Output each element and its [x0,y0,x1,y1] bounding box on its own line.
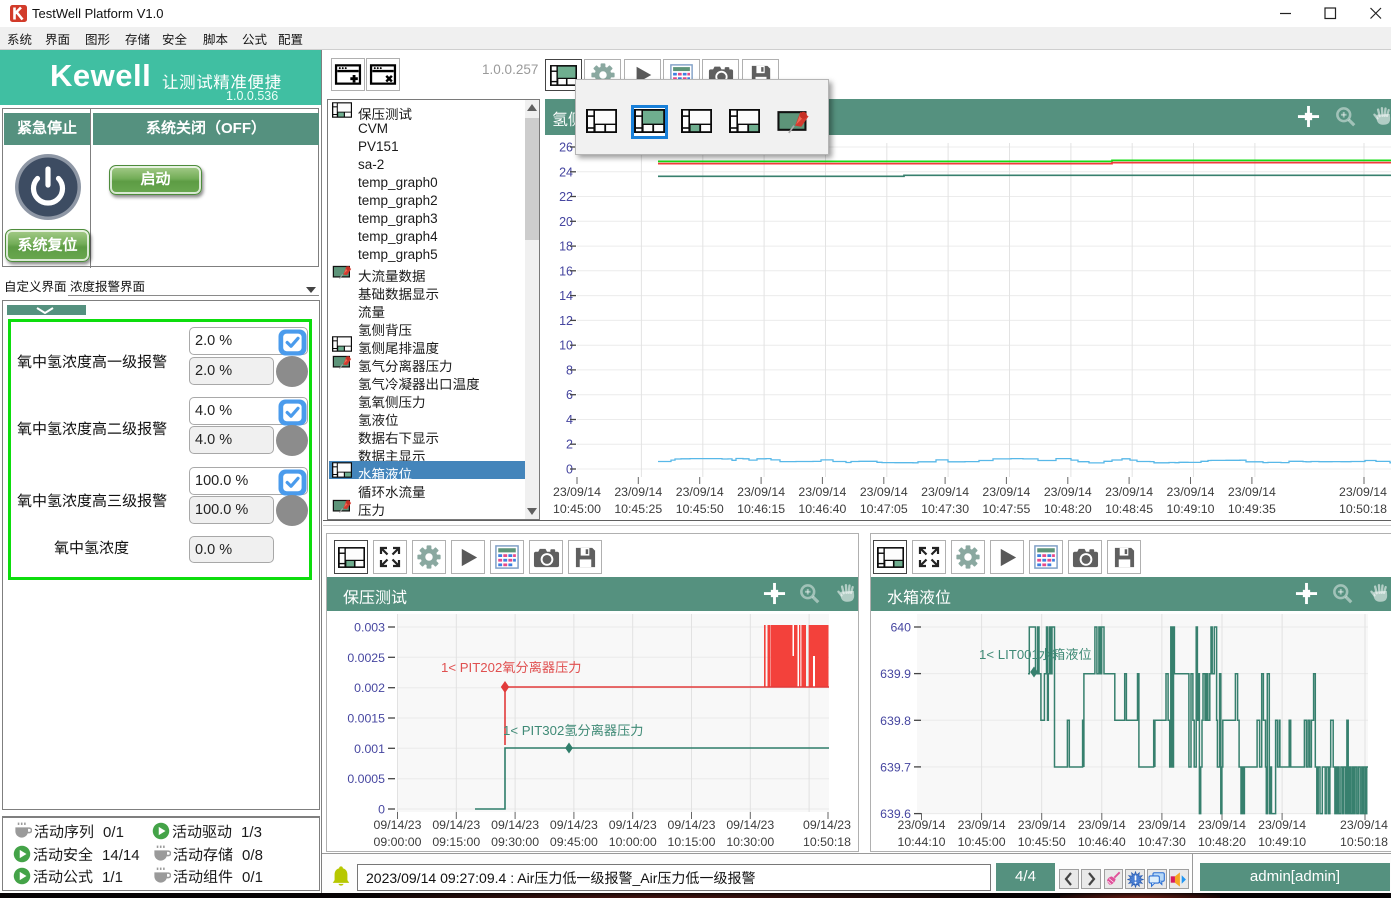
svg-text:23/09/14: 23/09/14 [1198,818,1246,832]
svg-text:1< PIT202氧分离器压力: 1< PIT202氧分离器压力 [441,660,582,675]
svg-text:10:48:20: 10:48:20 [1044,502,1092,516]
svg-text:10:45:50: 10:45:50 [1018,835,1066,849]
svg-text:23/09/14: 23/09/14 [1044,485,1092,499]
svg-text:10:49:10: 10:49:10 [1258,835,1306,849]
svg-text:23/09/14: 23/09/14 [614,485,662,499]
svg-text:10:44:10: 10:44:10 [898,835,946,849]
svg-text:09/14/23: 09/14/23 [491,818,539,832]
svg-text:10:15:00: 10:15:00 [668,835,716,849]
svg-text:0.0015: 0.0015 [347,712,385,726]
svg-text:23/09/14: 23/09/14 [1339,485,1387,499]
svg-text:10:45:50: 10:45:50 [676,502,724,516]
svg-text:23/09/14: 23/09/14 [982,485,1030,499]
svg-text:09/14/23: 09/14/23 [550,818,598,832]
svg-text:09/14/23: 09/14/23 [803,818,851,832]
svg-text:09:00:00: 09:00:00 [374,835,422,849]
svg-text:10:50:18: 10:50:18 [803,835,851,849]
svg-text:10:46:15: 10:46:15 [737,502,785,516]
svg-text:23/09/14: 23/09/14 [676,485,724,499]
svg-text:23/09/14: 23/09/14 [1228,485,1276,499]
svg-text:23/09/14: 23/09/14 [860,485,908,499]
svg-text:09:30:00: 09:30:00 [491,835,539,849]
svg-text:23/09/14: 23/09/14 [553,485,601,499]
svg-text:10:47:55: 10:47:55 [982,502,1030,516]
svg-text:09/14/23: 09/14/23 [668,818,716,832]
svg-text:1< PIT302氢分离器压力: 1< PIT302氢分离器压力 [503,723,644,738]
svg-text:23/09/14: 23/09/14 [1138,818,1186,832]
svg-text:23/09/14: 23/09/14 [1018,818,1066,832]
svg-text:10:47:30: 10:47:30 [1138,835,1186,849]
svg-text:639.7: 639.7 [880,760,911,774]
svg-text:23/09/14: 23/09/14 [921,485,969,499]
svg-text:0.002: 0.002 [354,681,385,695]
svg-text:1< LIT001水箱液位: 1< LIT001水箱液位 [979,647,1092,662]
svg-text:0.001: 0.001 [354,742,385,756]
svg-text:10:50:18: 10:50:18 [1339,502,1387,516]
svg-text:10:48:20: 10:48:20 [1198,835,1246,849]
svg-text:10:49:35: 10:49:35 [1228,502,1276,516]
svg-text:23/09/14: 23/09/14 [1167,485,1215,499]
svg-text:10:45:00: 10:45:00 [553,502,601,516]
svg-text:639.8: 639.8 [880,714,911,728]
svg-text:23/09/14: 23/09/14 [958,818,1006,832]
svg-text:23/09/14: 23/09/14 [898,818,946,832]
svg-text:10:47:05: 10:47:05 [860,502,908,516]
svg-text:10:49:10: 10:49:10 [1167,502,1215,516]
svg-text:0.0025: 0.0025 [347,651,385,665]
svg-text:23/09/14: 23/09/14 [1105,485,1153,499]
svg-text:09:45:00: 09:45:00 [550,835,598,849]
svg-text:23/09/14: 23/09/14 [1258,818,1306,832]
svg-text:10:48:45: 10:48:45 [1105,502,1153,516]
svg-text:10:46:40: 10:46:40 [798,502,846,516]
svg-text:10:45:25: 10:45:25 [614,502,662,516]
svg-text:0.003: 0.003 [354,621,385,635]
svg-text:23/09/14: 23/09/14 [737,485,785,499]
svg-text:23/09/14: 23/09/14 [798,485,846,499]
svg-text:10:47:30: 10:47:30 [921,502,969,516]
svg-text:639.9: 639.9 [880,667,911,681]
svg-text:23/09/14: 23/09/14 [1340,818,1388,832]
svg-text:10:30:00: 10:30:00 [726,835,774,849]
svg-text:09/14/23: 09/14/23 [432,818,480,832]
svg-text:10:50:18: 10:50:18 [1340,835,1388,849]
svg-text:10:00:00: 10:00:00 [609,835,657,849]
svg-text:640: 640 [890,621,911,635]
svg-text:10:45:00: 10:45:00 [958,835,1006,849]
svg-text:23/09/14: 23/09/14 [1078,818,1126,832]
svg-text:09/14/23: 09/14/23 [374,818,422,832]
svg-text:0.0005: 0.0005 [347,772,385,786]
svg-text:09/14/23: 09/14/23 [609,818,657,832]
svg-text:10:46:40: 10:46:40 [1078,835,1126,849]
svg-text:09/14/23: 09/14/23 [726,818,774,832]
svg-text:09:15:00: 09:15:00 [432,835,480,849]
svg-text:0: 0 [378,803,385,817]
